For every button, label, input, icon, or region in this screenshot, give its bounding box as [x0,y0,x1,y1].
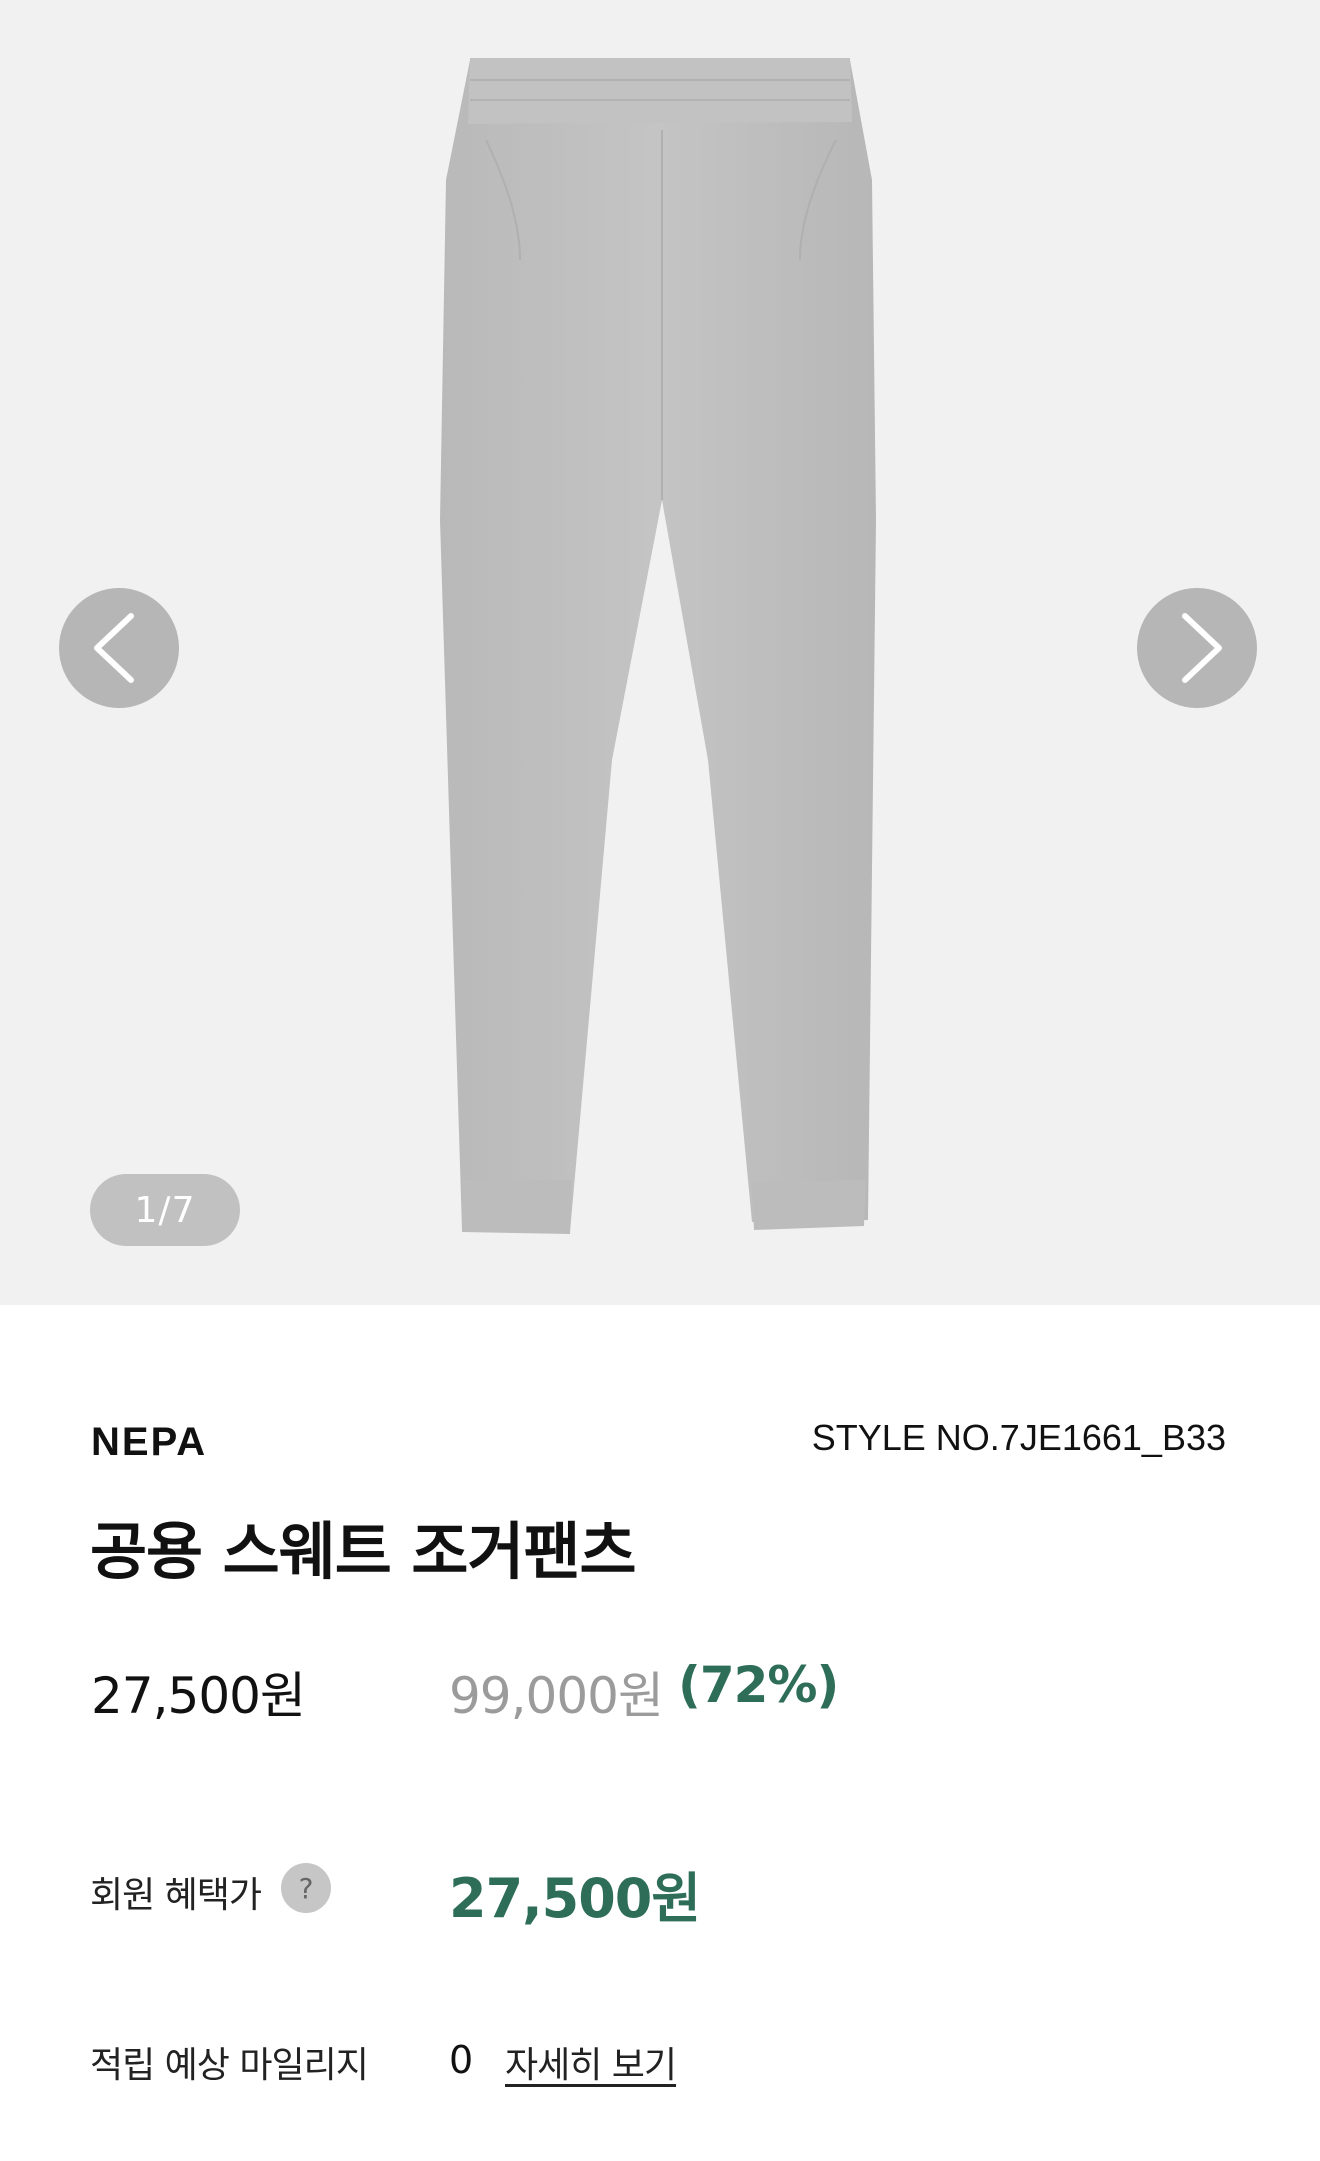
product-image [440,58,876,1234]
brand-name[interactable]: NEPA [91,1420,207,1465]
original-price: 99,000원 [449,1667,664,1725]
mileage-detail-link[interactable]: 자세히 보기 [505,2036,677,2088]
mileage-label: 적립 예상 마일리지 [90,2045,369,2086]
mileage-value: 0 [449,2038,474,2082]
product-info: NEPA STYLE NO.7JE1661_B33 공용 스웨트 조거팬츠 27… [0,1305,1320,2161]
style-number: STYLE NO.7JE1661_B33 [811,1417,1226,1458]
product-title: 공용 스웨트 조거팬츠 [90,1515,637,1588]
member-price-label: 회원 혜택가 [90,1875,262,1916]
image-counter: 1/7 [90,1174,240,1246]
prev-image-button[interactable] [59,588,179,708]
product-image-gallery[interactable]: 1/7 [0,0,1320,1305]
help-icon[interactable]: ? [281,1863,331,1913]
chevron-right-icon [1182,613,1222,683]
sale-price: 27,500원 [91,1667,306,1725]
discount-rate: (72%) [678,1656,839,1714]
member-price: 27,500원 [449,1867,701,1930]
chevron-left-icon [94,613,134,683]
next-image-button[interactable] [1137,588,1257,708]
